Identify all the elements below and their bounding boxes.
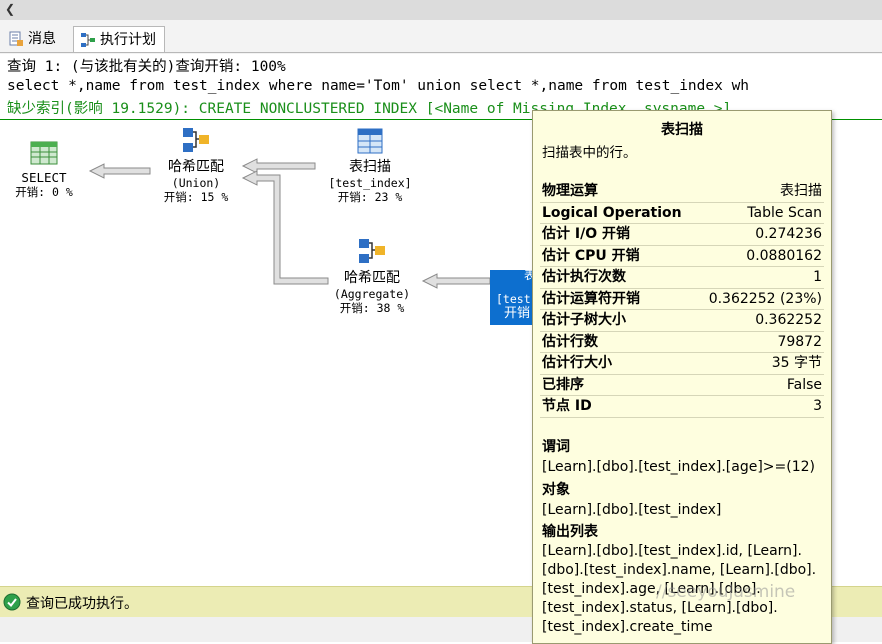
plan-node-hash-union[interactable]: 哈希匹配 (Union) 开销: 15 % [148,126,244,204]
property-value: 0.0880162 [746,247,822,264]
tooltip-row: 已排序 False [540,375,824,396]
success-check-icon [3,593,21,611]
arrow-scan2-to-aggregate [421,273,491,289]
top-scrollbar: ❮ [0,0,882,21]
tooltip-description: 扫描表中的行。 [542,145,637,161]
property-key: 估计执行次数 [542,269,626,285]
results-tab-bar: 消息 执行计划 [0,20,882,54]
query-sql-text[interactable]: select *,name from test_index where name… [7,78,749,94]
hash-aggregate-sub: (Aggregate) [333,287,411,301]
property-key: 估计行数 [542,333,598,350]
hash-aggregate-cost: 开销: 38 % [339,301,405,315]
property-value: False [786,376,822,393]
selected-scan-sub: [test [496,292,531,306]
plan-node-table-scan[interactable]: 表扫描 [test_index] 开销: 23 % [318,126,422,204]
property-value: 0.362252 (23%) [708,290,822,307]
select-node-label: SELECT [21,170,67,185]
output-list-line: [test_index].create_time [542,619,713,635]
table-scan-icon [357,128,383,154]
tooltip-row: 节点 ID 3 [540,396,824,418]
property-value: Table Scan [747,204,822,221]
plan-node-hash-aggregate[interactable]: 哈希匹配 (Aggregate) 开销: 38 % [320,237,424,315]
tooltip-properties: 物理运算 表扫描 Logical Operation Table Scan 估计 I… [540,181,824,418]
hash-union-label: 哈希匹配 [168,159,224,175]
execution-plan-icon [81,33,95,47]
tab-execution-plan[interactable]: 执行计划 [73,26,165,53]
tab-messages[interactable]: 消息 [2,26,64,52]
messages-icon [9,31,23,46]
property-value: 35 字节 [771,355,822,371]
hash-union-sub: (Union) [171,176,221,190]
output-list-heading: 输出列表 [542,524,598,540]
hash-aggregate-label: 哈希匹配 [344,270,400,286]
property-key: Logical Operation [542,204,682,221]
tab-underline [0,52,882,53]
hash-match-icon [359,239,385,263]
arrow-scan-to-union [241,158,316,174]
tooltip-row: 估计执行次数 1 [540,267,824,289]
operator-tooltip: 表扫描 扫描表中的行。 物理运算 表扫描 Logical Operation Tab… [532,110,832,644]
property-key: 已排序 [542,376,584,393]
plan-node-select[interactable]: SELECT 开销: 0 % [5,138,83,199]
property-value: 0.362252 [755,312,822,328]
table-scan-sub: [test_index] [328,176,412,190]
object-heading: 对象 [542,482,570,498]
query-header: 查询 1: (与该批有关的)查询开销: 100% [7,59,286,75]
tooltip-title: 表扫描 [661,122,703,138]
tooltip-row: 估计 CPU 开销 0.0880162 [540,246,824,267]
tooltip-row: 估计行大小 35 字节 [540,353,824,375]
tooltip-row: 物理运算 表扫描 [540,181,824,203]
selected-scan-cost: 开销 [504,305,531,320]
tooltip-row: 估计子树大小 0.362252 [540,310,824,332]
tab-execution-plan-label: 执行计划 [100,32,156,48]
select-result-icon [30,141,58,165]
watermark-text: //seeyouJasmine [656,582,796,602]
property-key: 估计 I/O 开销 [542,226,630,242]
table-scan-cost: 开销: 23 % [337,190,403,204]
property-key: 估计 CPU 开销 [542,247,640,264]
property-value: 3 [813,398,822,414]
scroll-left-arrow-icon[interactable]: ❮ [3,1,17,18]
output-list-line: [dbo].[test_index].name, [Learn].[dbo]. [542,562,817,578]
hash-match-icon [183,128,209,152]
property-value: 表扫描 [780,183,822,199]
tab-messages-label: 消息 [28,31,56,47]
property-key: 估计行大小 [542,355,612,371]
property-key: 节点 ID [542,398,592,414]
select-node-cost: 开销: 0 % [15,185,73,199]
tooltip-row: 估计运算符开销 0.362252 (23%) [540,289,824,310]
object-text: [Learn].[dbo].[test_index] [542,502,722,518]
selected-scan-label: 表 [524,270,532,282]
predicate-text: [Learn].[dbo].[test_index].[age]>=(12) [542,459,815,475]
arrow-aggregate-to-union [241,170,329,285]
property-key: 估计运算符开销 [542,290,640,307]
arrow-union-to-select [88,163,151,179]
property-value: 0.274236 [755,226,822,242]
property-value: 1 [813,269,822,285]
output-list-line: [Learn].[dbo].[test_index].id, [Learn]. [542,543,802,559]
hash-union-cost: 开销: 15 % [163,190,229,204]
status-text: 查询已成功执行。 [26,596,138,612]
tooltip-row: 估计行数 79872 [540,332,824,353]
predicate-heading: 谓词 [542,439,570,455]
tooltip-row: Logical Operation Table Scan [540,203,824,224]
plan-node-table-scan-selected[interactable]: 表 [test 开销 [490,270,532,325]
property-value: 79872 [777,333,822,350]
property-key: 物理运算 [542,183,598,199]
table-scan-label: 表扫描 [349,159,391,175]
tooltip-row: 估计 I/O 开销 0.274236 [540,224,824,246]
property-key: 估计子树大小 [542,312,626,328]
